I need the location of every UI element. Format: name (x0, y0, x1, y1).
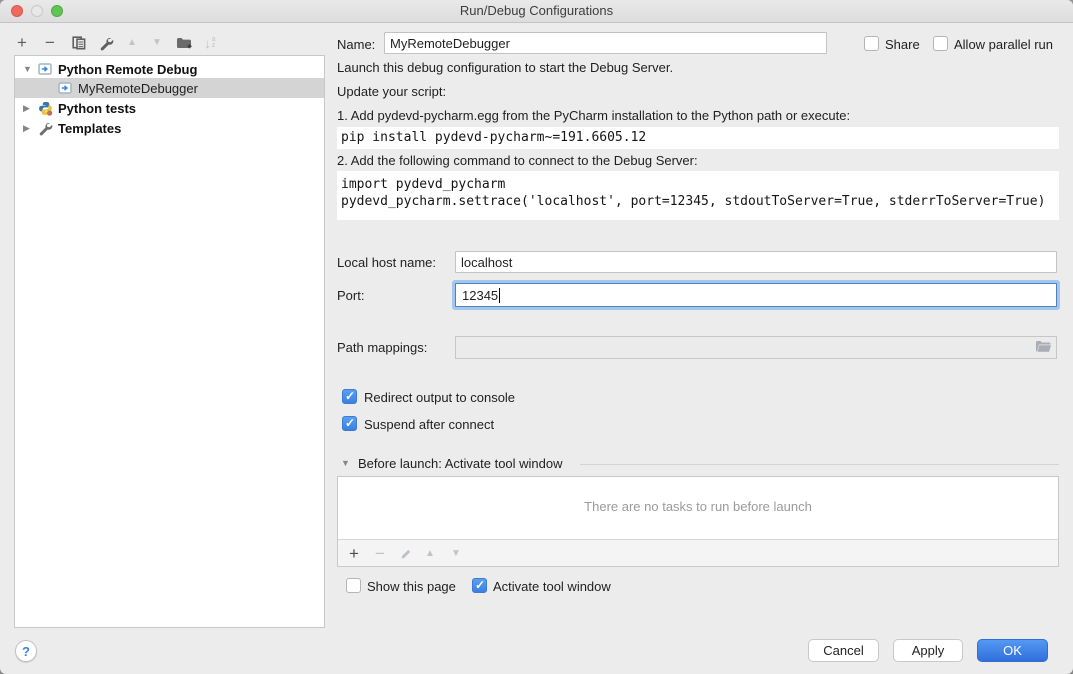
port-value: 12345 (462, 288, 498, 303)
tree-item-label: Python Remote Debug (58, 62, 197, 77)
name-input[interactable] (384, 32, 827, 54)
title-bar: Run/Debug Configurations (0, 0, 1073, 23)
add-configuration-button[interactable]: + (12, 32, 32, 52)
wrench-icon (99, 36, 114, 51)
step1-text: 1. Add pydevd-pycharm.egg from the PyCha… (337, 108, 850, 123)
move-up-button[interactable]: ▲ (122, 33, 142, 53)
chevron-expanded-icon[interactable]: ▼ (23, 64, 33, 74)
redirect-output-checkbox[interactable] (342, 389, 357, 404)
copy-icon (72, 36, 86, 50)
suspend-after-connect-label: Suspend after connect (364, 417, 494, 432)
help-button[interactable]: ? (15, 640, 37, 662)
activate-tool-window-label: Activate tool window (493, 579, 611, 594)
chevron-collapsed-icon[interactable]: ▶ (23, 123, 33, 134)
move-task-down-button[interactable]: ▼ (446, 544, 466, 564)
python-tests-icon (37, 100, 53, 116)
run-config-icon (37, 61, 53, 77)
sort-az-icon: ↓az (204, 37, 215, 50)
chevron-collapsed-icon[interactable]: ▶ (23, 103, 33, 114)
before-launch-collapse-icon[interactable]: ▼ (341, 458, 350, 468)
tree-item-label: Python tests (58, 101, 136, 116)
local-host-input[interactable] (455, 251, 1057, 273)
pencil-icon (400, 548, 412, 560)
sort-configurations-button[interactable]: ↓az (200, 33, 220, 53)
add-task-button[interactable]: + (344, 543, 364, 563)
wrench-icon (37, 120, 53, 136)
path-mappings-input[interactable] (455, 336, 1057, 359)
redirect-output-label: Redirect output to console (364, 390, 515, 405)
allow-parallel-run-checkbox[interactable] (933, 36, 948, 51)
settrace-code-line1: import pydevd_pycharm (341, 177, 505, 192)
before-launch-tasks-panel: There are no tasks to run before launch … (337, 476, 1059, 567)
tree-item-python-tests[interactable]: ▶ Python tests (15, 98, 324, 118)
tasks-toolbar: + − ▲ ▼ (338, 539, 1058, 566)
ok-button[interactable]: OK (977, 639, 1048, 662)
tree-item-python-remote-debug[interactable]: ▼ Python Remote Debug (15, 59, 324, 79)
port-label: Port: (337, 288, 364, 303)
tree-item-myremotedebugger[interactable]: MyRemoteDebugger (15, 78, 324, 98)
share-checkbox[interactable] (864, 36, 879, 51)
new-folder-button[interactable] (174, 33, 194, 53)
name-label: Name: (337, 37, 375, 52)
copy-configuration-icon[interactable] (69, 33, 89, 53)
path-mappings-label: Path mappings: (337, 340, 427, 355)
configurations-tree: ▼ Python Remote Debug MyRemoteDebugger ▶ (14, 55, 325, 628)
port-input[interactable]: 12345 (455, 283, 1057, 307)
allow-parallel-run-label: Allow parallel run (954, 37, 1053, 52)
pip-install-code[interactable]: pip install pydevd-pycharm~=191.6605.12 (337, 127, 1059, 149)
run-config-icon (57, 80, 73, 96)
show-this-page-checkbox[interactable] (346, 578, 361, 593)
remove-configuration-button[interactable]: − (40, 32, 60, 52)
move-task-up-button[interactable]: ▲ (420, 544, 440, 564)
settrace-code-line2: pydevd_pycharm.settrace('localhost', por… (341, 194, 1045, 209)
text-caret (499, 288, 500, 303)
remove-task-button[interactable]: − (370, 543, 390, 563)
edit-task-button[interactable] (396, 544, 416, 564)
step2-text: 2. Add the following command to connect … (337, 153, 698, 168)
settrace-code[interactable]: import pydevd_pycharm pydevd_pycharm.set… (337, 171, 1059, 220)
before-launch-separator (580, 464, 1059, 465)
help-question-icon: ? (22, 644, 30, 659)
update-script-text: Update your script: (337, 84, 446, 99)
cancel-button[interactable]: Cancel (808, 639, 879, 662)
new-folder-icon (176, 36, 193, 50)
tree-item-label: Templates (58, 121, 121, 136)
apply-button[interactable]: Apply (893, 639, 963, 662)
move-down-button[interactable]: ▼ (147, 33, 167, 53)
suspend-after-connect-checkbox[interactable] (342, 416, 357, 431)
show-this-page-label: Show this page (367, 579, 456, 594)
no-tasks-message: There are no tasks to run before launch (338, 499, 1058, 514)
edit-defaults-button[interactable] (96, 33, 116, 53)
tree-item-label: MyRemoteDebugger (78, 81, 198, 96)
before-launch-title: Before launch: Activate tool window (358, 456, 563, 471)
tree-item-templates[interactable]: ▶ Templates (15, 118, 324, 138)
open-folder-icon[interactable] (1035, 340, 1052, 356)
intro-text: Launch this debug configuration to start… (337, 60, 673, 75)
local-host-label: Local host name: (337, 255, 436, 270)
run-debug-configurations-dialog: Run/Debug Configurations + − ▲ ▼ ↓az ▼ (0, 0, 1073, 674)
share-label: Share (885, 37, 920, 52)
window-title: Run/Debug Configurations (0, 3, 1073, 18)
activate-tool-window-checkbox[interactable] (472, 578, 487, 593)
